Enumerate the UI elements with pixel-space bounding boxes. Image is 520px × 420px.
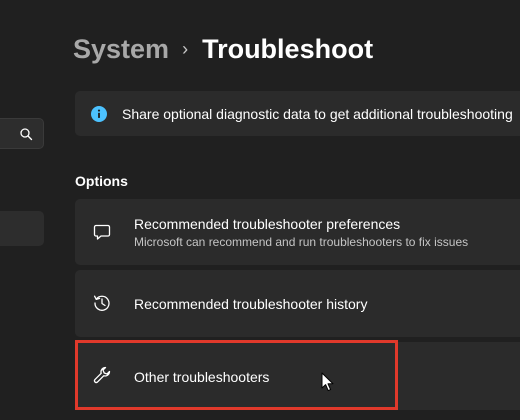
history-icon [93, 295, 110, 311]
sidebar-search-box[interactable] [0, 118, 44, 149]
chevron-right-icon: › [182, 39, 189, 59]
troubleshooter-preferences-card[interactable]: Recommended troubleshooter preferences M… [75, 199, 520, 265]
search-icon[interactable] [19, 127, 33, 141]
info-banner: Share optional diagnostic data to get ad… [75, 91, 520, 136]
other-troubleshooters-card[interactable]: Other troubleshooters [75, 342, 520, 410]
sidebar-item-system[interactable] [0, 211, 44, 246]
other-troubleshooters-title: Other troubleshooters [134, 369, 270, 385]
wrench-icon [93, 366, 111, 384]
troubleshooter-preferences-title: Recommended troubleshooter preferences [134, 216, 401, 232]
troubleshooter-history-card[interactable]: Recommended troubleshooter history [75, 270, 520, 337]
troubleshooter-preferences-subtitle: Microsoft can recommend and run troubles… [134, 235, 469, 249]
info-banner-text: Share optional diagnostic data to get ad… [122, 106, 513, 122]
options-section-label: Options [75, 173, 128, 189]
breadcrumb: System › Troubleshoot [73, 34, 373, 65]
page-title: Troubleshoot [202, 34, 374, 64]
chat-bubble-icon [93, 224, 111, 240]
breadcrumb-parent[interactable]: System [73, 34, 169, 65]
info-icon [91, 106, 107, 122]
troubleshooter-history-title: Recommended troubleshooter history [134, 296, 368, 312]
mouse-cursor-icon [321, 372, 334, 392]
